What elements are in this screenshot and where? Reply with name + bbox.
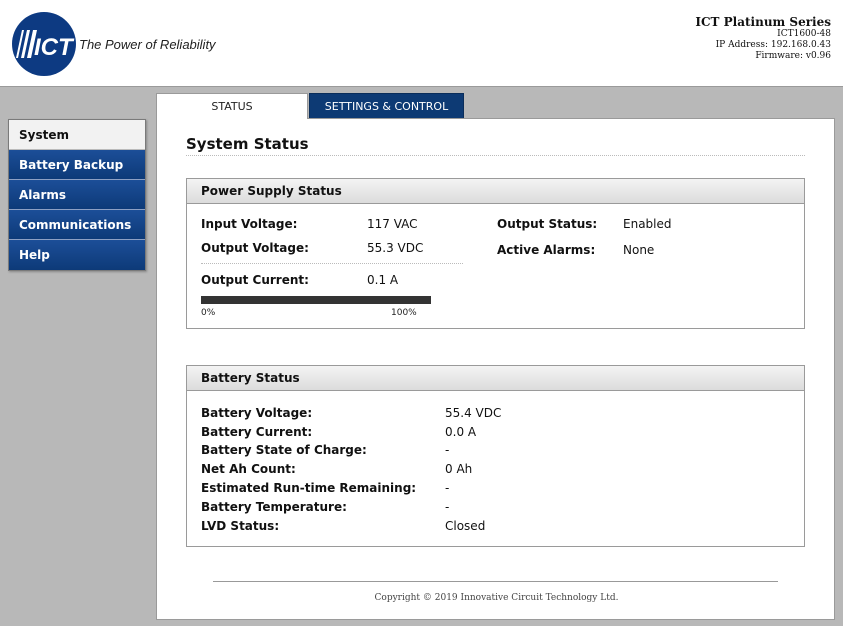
footer-divider (213, 581, 778, 582)
output-current-value: 0.1 A (367, 273, 399, 287)
power-supply-section: Power Supply Status Input Voltage: 117 V… (186, 178, 805, 329)
active-alarms-value: None (623, 243, 655, 257)
input-voltage-label: Input Voltage: (201, 217, 298, 231)
tab-settings-control[interactable]: SETTINGS & CONTROL (309, 93, 464, 119)
sidebar-item-help[interactable]: Help (9, 240, 145, 270)
lvd-status-value: Closed (445, 519, 486, 533)
copyright-text: Copyright © 2019 Innovative Circuit Tech… (374, 593, 619, 603)
page-header: ICT The Power of Reliability ICT Platinu… (0, 0, 843, 87)
input-voltage-value: 117 VAC (367, 217, 418, 231)
sidebar-nav: System Battery Backup Alarms Communicati… (8, 119, 146, 271)
ict-logo-mark: ICT (16, 30, 75, 61)
ict-logo: ICT (12, 12, 76, 76)
main-panel: System Status Power Supply Status Input … (156, 118, 835, 620)
runtime-remaining-label: Estimated Run-time Remaining: (201, 481, 417, 495)
battery-soc-label: Battery State of Charge: (201, 443, 367, 457)
bar-min-label: 0% (201, 308, 216, 318)
lvd-status-label: LVD Status: (201, 519, 280, 533)
output-current-label: Output Current: (201, 273, 309, 287)
battery-voltage-label: Battery Voltage: (201, 406, 313, 420)
runtime-remaining-value: - (445, 481, 450, 495)
battery-current-label: Battery Current: (201, 425, 313, 439)
device-info: ICT Platinum Series ICT1600-48 IP Addres… (695, 15, 831, 62)
row-divider (201, 263, 463, 264)
tab-status[interactable]: STATUS (156, 93, 308, 119)
battery-current-value: 0.0 A (445, 425, 477, 439)
battery-heading: Battery Status (187, 366, 804, 391)
battery-temperature-value: - (445, 500, 450, 514)
model-number: ICT1600-48 (777, 29, 831, 39)
output-voltage-label: Output Voltage: (201, 241, 309, 255)
output-current-bar (201, 296, 431, 304)
ip-address: IP Address: 192.168.0.43 (715, 40, 831, 50)
title-divider (186, 155, 805, 156)
logo-text: ICT (34, 34, 75, 61)
output-voltage-value: 55.3 VDC (367, 241, 424, 255)
sidebar-item-system[interactable]: System (9, 120, 145, 150)
output-status-value: Enabled (623, 217, 672, 231)
net-ah-count-label: Net Ah Count: (201, 462, 296, 476)
power-supply-heading: Power Supply Status (187, 179, 804, 204)
battery-soc-value: - (445, 443, 450, 457)
active-alarms-label: Active Alarms: (497, 243, 596, 257)
output-status-label: Output Status: (497, 217, 598, 231)
net-ah-count-value: 0 Ah (445, 462, 473, 476)
firmware-version: Firmware: v0.96 (755, 51, 831, 61)
bar-max-label: 100% (391, 308, 417, 318)
page-title: System Status (186, 135, 309, 153)
sidebar-item-communications[interactable]: Communications (9, 210, 145, 240)
product-series: ICT Platinum Series (695, 15, 831, 29)
tagline: The Power of Reliability (79, 37, 216, 52)
sidebar-item-battery-backup[interactable]: Battery Backup (9, 150, 145, 180)
battery-temperature-label: Battery Temperature: (201, 500, 347, 514)
battery-voltage-value: 55.4 VDC (445, 406, 502, 420)
battery-section: Battery Status Battery Voltage: 55.4 VDC… (186, 365, 805, 547)
sidebar-item-alarms[interactable]: Alarms (9, 180, 145, 210)
